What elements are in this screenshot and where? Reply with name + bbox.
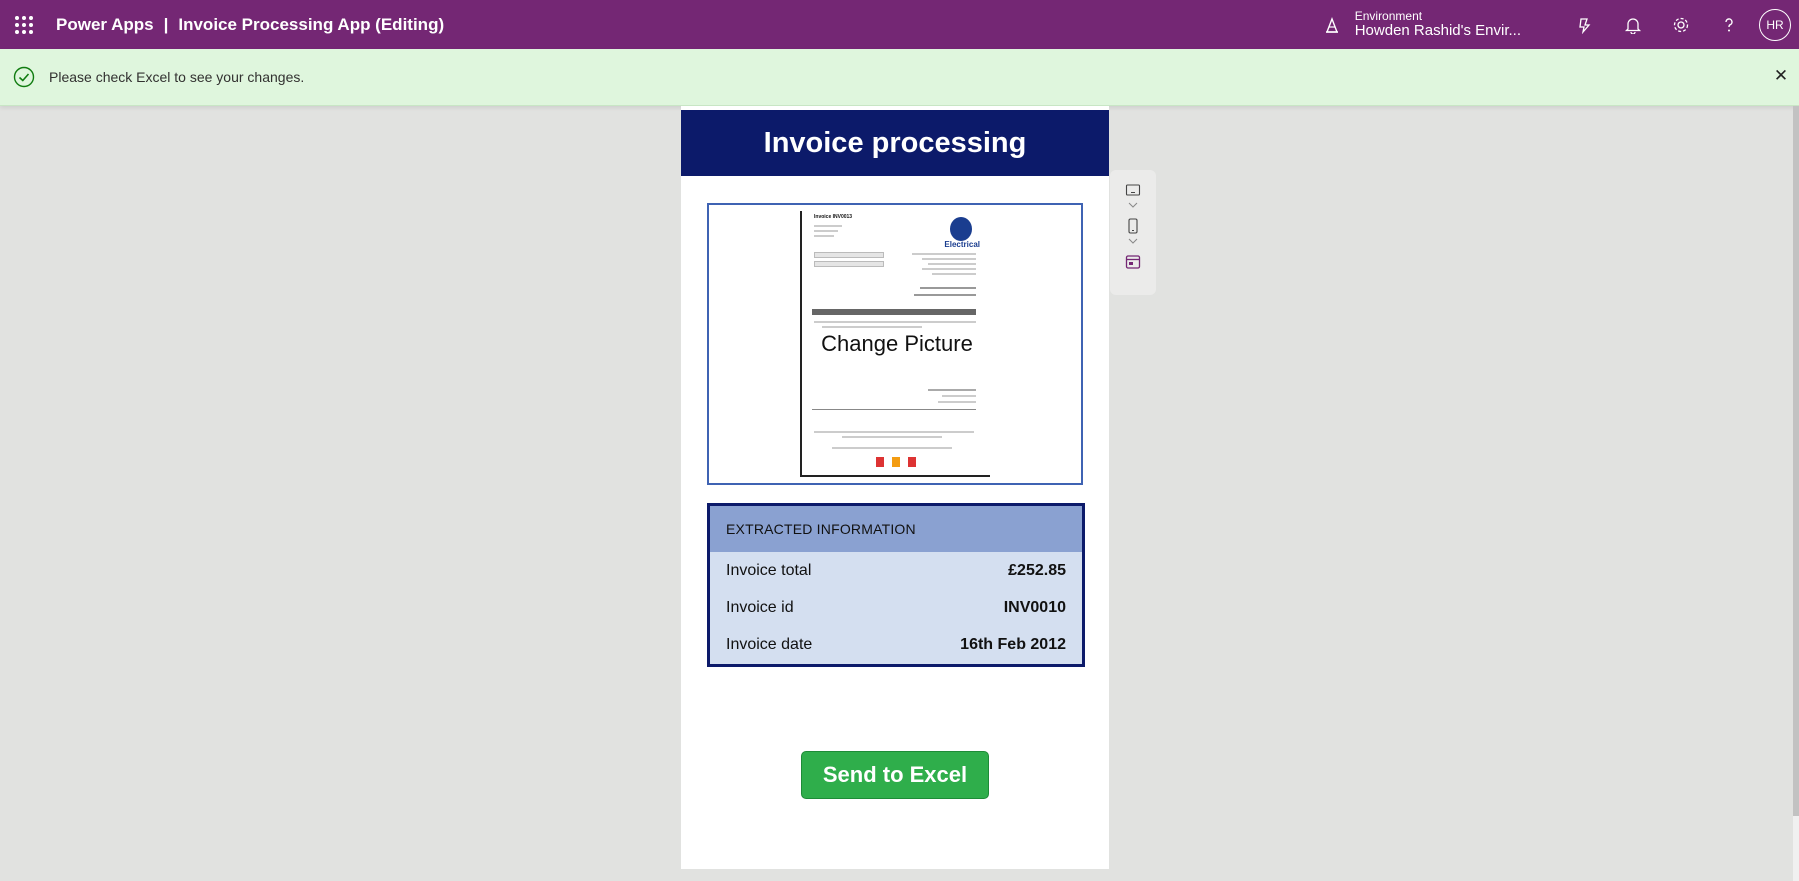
scrollbar[interactable] [1793,106,1799,881]
environment-picker[interactable]: Environment Howden Rashid's Envir... [1323,8,1521,40]
environment-name: Howden Rashid's Envir... [1354,21,1521,39]
electrical-logo [950,217,972,241]
info-value: £252.85 [1008,561,1066,579]
phone-icon[interactable] [1125,218,1141,234]
info-value: 16th Feb 2012 [960,635,1066,653]
app-canvas: Invoice processing Invoice INV0013 Elect… [681,106,1109,869]
invoice-picture[interactable]: Invoice INV0013 Electrical Change Pictur… [707,203,1083,485]
top-bar: Power Apps | Invoice Processing App (Edi… [0,0,1799,49]
app-settings-icon[interactable] [1125,254,1141,270]
info-label: Invoice date [726,635,813,653]
device-toolbar [1110,170,1156,295]
scrollbar-thumb[interactable] [1793,106,1799,816]
info-row-total: Invoice total £252.85 [710,552,1082,589]
chevron-down-icon[interactable] [1128,238,1138,244]
bell-icon[interactable] [1609,0,1657,49]
extracted-info-card: EXTRACTED INFORMATION Invoice total £252… [707,503,1085,667]
close-icon[interactable]: ✕ [1771,66,1791,86]
gear-icon[interactable] [1657,0,1705,49]
info-label: Invoice total [726,561,812,579]
change-picture-label[interactable]: Change Picture [709,331,1085,357]
invoice-doc-heading: Invoice INV0013 [814,214,853,220]
environment-label: Environment [1354,8,1423,23]
checkmark-circle-icon [13,66,35,88]
notification-bar: Please check Excel to see your changes. … [0,49,1799,106]
electrical-logo-text: Electrical [944,240,980,249]
info-row-id: Invoice id INV0010 [710,589,1082,626]
info-value: INV0010 [1003,598,1066,616]
extracted-info-heading: EXTRACTED INFORMATION [710,506,1082,552]
help-icon[interactable] [1705,0,1753,49]
copilot-icon[interactable] [1561,0,1609,49]
page-title: Invoice processing [763,126,1027,159]
info-label: Invoice id [726,598,794,616]
app-title: Invoice Processing App (Editing) [178,14,445,34]
app-name[interactable]: Power Apps [56,15,154,35]
waffle-icon[interactable] [0,0,48,49]
tablet-icon[interactable] [1125,182,1141,198]
chevron-down-icon[interactable] [1128,202,1138,208]
title-separator: | [163,14,169,34]
notification-message: Please check Excel to see your changes. [49,69,305,85]
app-header: Invoice processing [681,110,1109,176]
avatar[interactable]: HR [1759,8,1791,41]
send-to-excel-button[interactable]: Send to Excel [801,751,989,799]
info-row-date: Invoice date 16th Feb 2012 [710,626,1082,663]
environment-icon [1325,16,1338,33]
